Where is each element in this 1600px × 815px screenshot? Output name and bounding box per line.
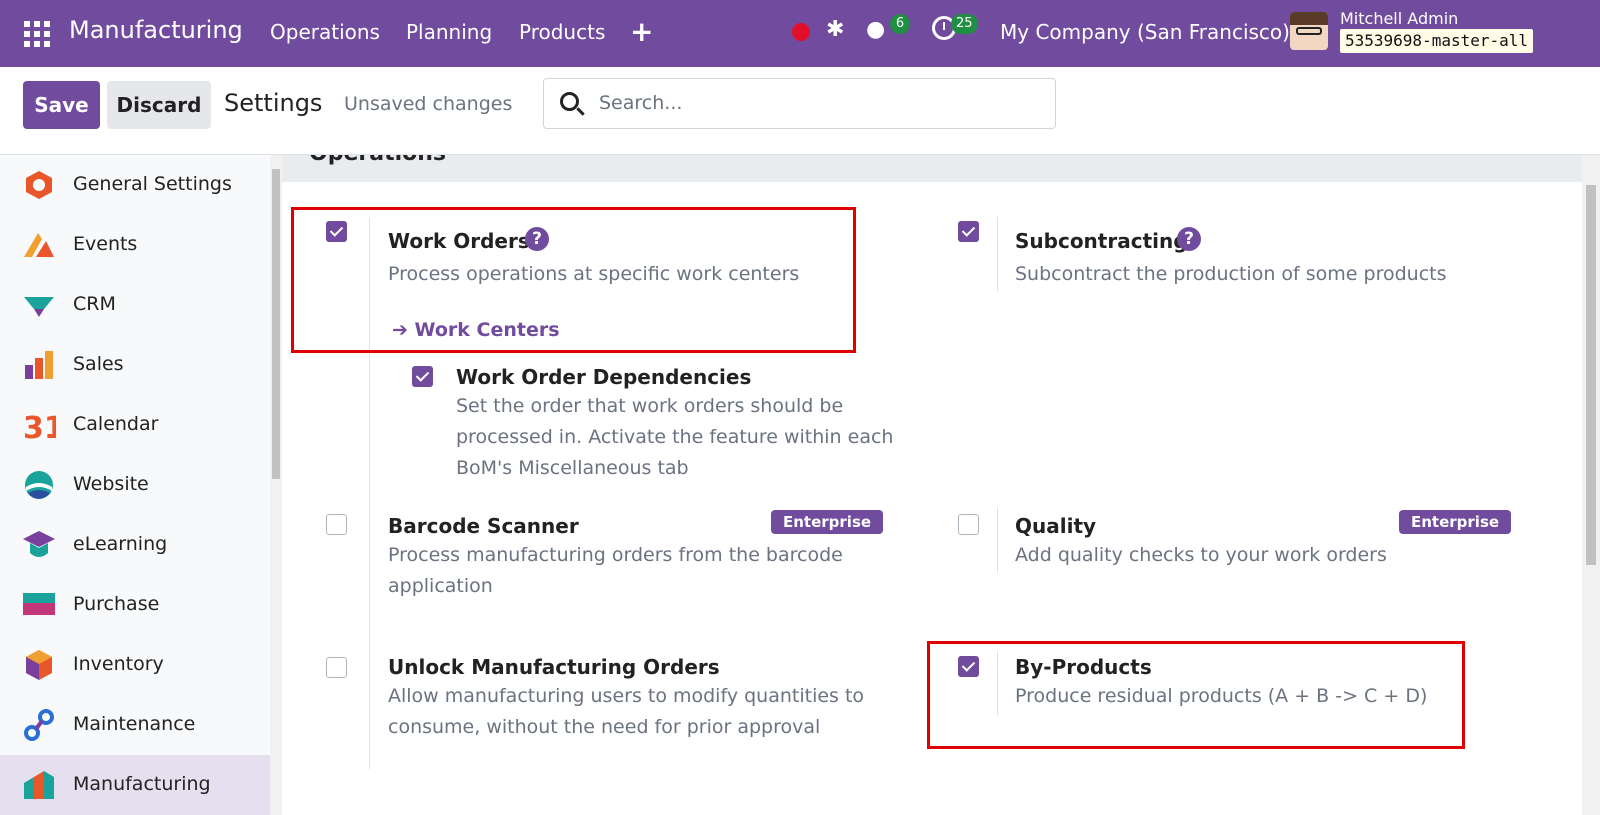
divider (997, 507, 998, 573)
subcontracting-title: Subcontracting (1015, 229, 1188, 253)
sidebar-item-label: Inventory (73, 653, 164, 675)
sidebar-item-label: General Settings (73, 173, 232, 195)
sidebar-item-elearning[interactable]: eLearning (0, 515, 270, 575)
wo-dependencies-desc-line: BoM's Miscellaneous tab (456, 457, 689, 479)
sidebar-item-inventory[interactable]: Inventory (0, 635, 270, 695)
purchase-icon (23, 593, 55, 615)
unlock-mo-checkbox[interactable] (326, 657, 347, 678)
general-settings-icon (26, 171, 52, 199)
barcode-scanner-desc-line: Process manufacturing orders from the ba… (388, 544, 843, 566)
database-name: 53539698-master-all (1340, 29, 1534, 53)
manufacturing-icon (24, 771, 54, 799)
menu-planning[interactable]: Planning (406, 20, 492, 44)
unsaved-changes-label: Unsaved changes (344, 93, 513, 115)
search-icon (560, 92, 579, 111)
section-title: Operations (309, 155, 446, 166)
search-input[interactable]: Search... (543, 78, 1056, 129)
sidebar-item-label: Manufacturing (73, 773, 211, 795)
chat-icon[interactable]: ● (866, 17, 885, 42)
unlock-mo-title: Unlock Manufacturing Orders (388, 655, 720, 679)
barcode-scanner-title: Barcode Scanner (388, 514, 579, 538)
sidebar-item-maintenance[interactable]: Maintenance (0, 695, 270, 755)
divider (369, 507, 370, 769)
highlight-box-work-orders (291, 207, 856, 353)
save-button[interactable]: Save (23, 81, 100, 129)
record-icon[interactable] (792, 23, 810, 41)
discard-button[interactable]: Discard (107, 81, 211, 129)
wo-dependencies-checkbox[interactable] (412, 366, 433, 387)
control-panel: Save Discard Settings Unsaved changes Se… (0, 67, 1600, 155)
quality-title: Quality (1015, 514, 1097, 538)
divider (997, 217, 998, 291)
sidebar-item-label: Maintenance (73, 713, 196, 735)
enterprise-badge[interactable]: Enterprise (1399, 510, 1512, 534)
quality-checkbox[interactable] (958, 514, 979, 535)
maintenance-icon (24, 709, 54, 741)
search-placeholder: Search... (599, 92, 683, 114)
main-scrollbar[interactable] (1582, 155, 1600, 815)
events-icon (24, 233, 54, 257)
barcode-scanner-desc-line: application (388, 575, 493, 597)
barcode-scanner-checkbox[interactable] (326, 514, 347, 535)
sidebar-item-label: Website (73, 473, 149, 495)
subcontracting-help-icon[interactable]: ? (1177, 227, 1201, 251)
sidebar-item-events[interactable]: Events (0, 215, 270, 275)
unlock-mo-desc-line: Allow manufacturing users to modify quan… (388, 685, 865, 707)
sidebar-item-sales[interactable]: Sales (0, 335, 270, 395)
user-name[interactable]: Mitchell Admin (1340, 9, 1458, 28)
apps-menu-icon[interactable] (24, 21, 50, 47)
page-title: Settings (224, 89, 323, 117)
sidebar-item-label: Events (73, 233, 138, 255)
svg-text:31: 31 (23, 411, 56, 441)
quality-desc: Add quality checks to your work orders (1015, 544, 1387, 566)
sidebar-item-crm[interactable]: CRM (0, 275, 270, 335)
company-switcher[interactable]: My Company (San Francisco) (1000, 20, 1290, 44)
menu-operations[interactable]: Operations (270, 20, 380, 44)
menu-products[interactable]: Products (519, 20, 605, 44)
sidebar-item-general-settings[interactable]: General Settings (0, 155, 270, 215)
add-menu-icon[interactable]: + (630, 15, 653, 48)
wo-dependencies-title: Work Order Dependencies (456, 365, 752, 389)
main-scrollbar-thumb[interactable] (1586, 185, 1596, 565)
sidebar-scrollbar[interactable] (270, 155, 282, 815)
settings-content: Operations Work Orders ? Process operati… (282, 155, 1582, 815)
chat-count-badge: 6 (890, 14, 910, 34)
calendar-icon: 31 (23, 411, 56, 441)
sidebar-item-label: Purchase (73, 593, 160, 615)
sidebar-item-manufacturing[interactable]: Manufacturing (0, 755, 270, 815)
debug-bug-icon[interactable]: ✱ (826, 17, 844, 42)
activity-count-badge: 25 (951, 14, 978, 34)
crm-icon (24, 297, 54, 317)
sidebar-item-label: Calendar (73, 413, 159, 435)
wo-dependencies-desc-line: Set the order that work orders should be (456, 395, 844, 417)
website-icon (25, 471, 53, 499)
subcontracting-desc: Subcontract the production of some produ… (1015, 263, 1447, 285)
sidebar-scrollbar-thumb[interactable] (272, 169, 280, 479)
sidebar-item-label: CRM (73, 293, 116, 315)
sidebar-item-website[interactable]: Website (0, 455, 270, 515)
wo-dependencies-desc-line: processed in. Activate the feature withi… (456, 426, 894, 448)
sidebar-item-label: Sales (73, 353, 124, 375)
unlock-mo-desc-line: consume, without the need for prior appr… (388, 716, 821, 738)
sidebar-item-purchase[interactable]: Purchase (0, 575, 270, 635)
settings-sidebar: General Settings Events CRM Sales 31 Cal… (0, 155, 270, 815)
elearning-icon (23, 531, 55, 557)
sales-icon (25, 351, 53, 379)
top-navbar: Manufacturing Operations Planning Produc… (0, 0, 1600, 67)
inventory-icon (26, 650, 52, 680)
highlight-box-by-products (927, 641, 1465, 749)
subcontracting-checkbox[interactable] (958, 221, 979, 242)
enterprise-badge[interactable]: Enterprise (771, 510, 884, 534)
app-brand[interactable]: Manufacturing (69, 16, 243, 44)
section-header: Operations (282, 155, 1582, 182)
user-avatar[interactable] (1290, 12, 1328, 50)
sidebar-item-label: eLearning (73, 533, 168, 555)
sidebar-item-calendar[interactable]: 31 Calendar (0, 395, 270, 455)
